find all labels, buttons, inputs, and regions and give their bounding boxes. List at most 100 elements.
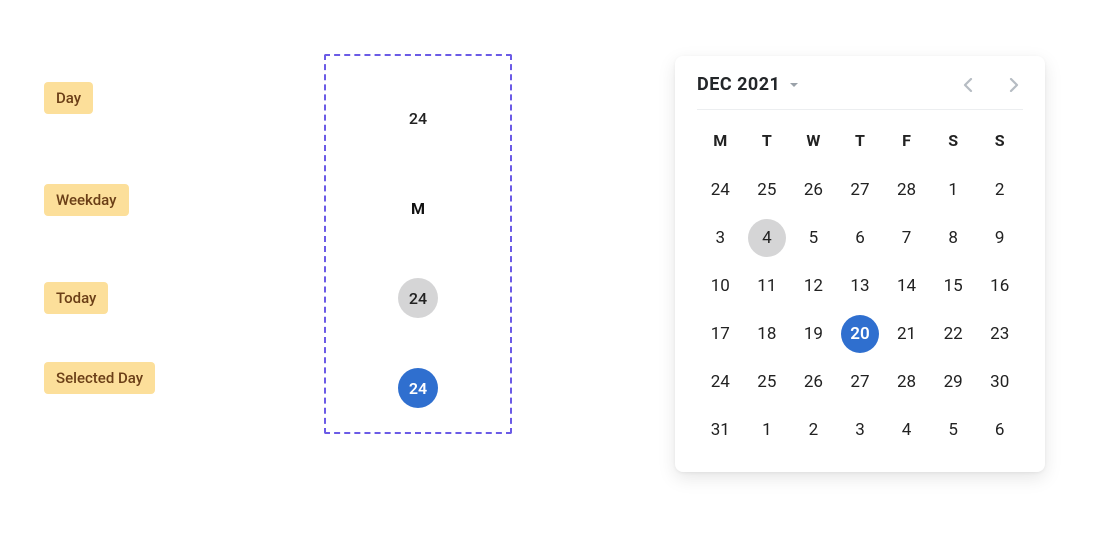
legend-chip-selected-label: Selected Day xyxy=(56,369,143,387)
calendar-cell: 8 xyxy=(930,218,977,258)
calendar-day[interactable]: 2 xyxy=(794,411,832,449)
calendar-cell: 10 xyxy=(697,266,744,306)
calendar-day[interactable]: 28 xyxy=(888,171,926,209)
calendar-day[interactable]: 29 xyxy=(934,363,972,401)
calendar-cell: 31 xyxy=(697,410,744,450)
weekday-header: T xyxy=(837,124,884,156)
calendar-cell: 27 xyxy=(837,362,884,402)
calendar-cell: 28 xyxy=(883,362,930,402)
calendar-day[interactable]: 22 xyxy=(934,315,972,353)
calendar-cell: 2 xyxy=(976,170,1023,210)
calendar-cell: 20 xyxy=(837,314,884,354)
calendar-day[interactable]: 10 xyxy=(701,267,739,305)
calendar-day[interactable]: 27 xyxy=(841,363,879,401)
calendar-grid: 2425262728123456789101112131415161718192… xyxy=(697,170,1023,450)
calendar-cell: 6 xyxy=(976,410,1023,450)
calendar-day[interactable]: 25 xyxy=(748,171,786,209)
calendar-cell: 2 xyxy=(790,410,837,450)
calendar-day[interactable]: 17 xyxy=(701,315,739,353)
month-label: DEC 2021 xyxy=(697,74,780,95)
calendar-cell: 25 xyxy=(744,170,791,210)
calendar-cell: 11 xyxy=(744,266,791,306)
legend-chip-day-label: Day xyxy=(56,89,81,107)
calendar-day[interactable]: 8 xyxy=(934,219,972,257)
calendar-day[interactable]: 3 xyxy=(701,219,739,257)
weekday-header: S xyxy=(976,124,1023,156)
legend-chip-weekday-label: Weekday xyxy=(56,191,117,209)
next-month-button[interactable] xyxy=(1003,75,1023,95)
calendar-day[interactable]: 15 xyxy=(934,267,972,305)
calendar-day[interactable]: 24 xyxy=(701,171,739,209)
calendar-day[interactable]: 24 xyxy=(701,363,739,401)
month-select-button[interactable]: DEC 2021 xyxy=(697,74,800,95)
weekday-header-row: MTWTFSS xyxy=(697,124,1023,156)
calendar-day[interactable]: 18 xyxy=(748,315,786,353)
calendar-day[interactable]: 25 xyxy=(748,363,786,401)
calendar-cell: 24 xyxy=(697,362,744,402)
calendar-day[interactable]: 23 xyxy=(981,315,1019,353)
calendar-day[interactable]: 1 xyxy=(934,171,972,209)
calendar-cell: 1 xyxy=(744,410,791,450)
calendar-day[interactable]: 4 xyxy=(748,219,786,257)
calendar-day[interactable]: 20 xyxy=(841,315,879,353)
calendar-cell: 22 xyxy=(930,314,977,354)
sample-selected-value: 24 xyxy=(409,379,427,398)
calendar-day[interactable]: 4 xyxy=(888,411,926,449)
sample-selected-cell: 24 xyxy=(398,368,438,408)
calendar-day[interactable]: 26 xyxy=(794,363,832,401)
calendar-cell: 3 xyxy=(697,218,744,258)
calendar-cell: 24 xyxy=(697,170,744,210)
calendar-day[interactable]: 14 xyxy=(888,267,926,305)
calendar-day[interactable]: 5 xyxy=(794,219,832,257)
sample-variants-box: 24 M 24 24 xyxy=(324,54,512,434)
month-nav xyxy=(959,75,1023,95)
calendar-header: DEC 2021 xyxy=(697,74,1023,110)
calendar-day[interactable]: 13 xyxy=(841,267,879,305)
calendar-day[interactable]: 12 xyxy=(794,267,832,305)
calendar-day[interactable]: 21 xyxy=(888,315,926,353)
calendar-day[interactable]: 6 xyxy=(981,411,1019,449)
weekday-header: M xyxy=(697,124,744,156)
calendar-day[interactable]: 26 xyxy=(794,171,832,209)
calendar-cell: 16 xyxy=(976,266,1023,306)
calendar-cell: 18 xyxy=(744,314,791,354)
calendar-cell: 27 xyxy=(837,170,884,210)
calendar-day[interactable]: 16 xyxy=(981,267,1019,305)
calendar-cell: 5 xyxy=(790,218,837,258)
calendar-cell: 14 xyxy=(883,266,930,306)
weekday-header: F xyxy=(883,124,930,156)
calendar-cell: 21 xyxy=(883,314,930,354)
calendar-cell: 7 xyxy=(883,218,930,258)
calendar-cell: 6 xyxy=(837,218,884,258)
weekday-header: T xyxy=(744,124,791,156)
chevron-left-icon xyxy=(963,78,975,92)
calendar-cell: 4 xyxy=(744,218,791,258)
calendar-day[interactable]: 28 xyxy=(888,363,926,401)
calendar-day[interactable]: 1 xyxy=(748,411,786,449)
weekday-header: S xyxy=(930,124,977,156)
calendar-day[interactable]: 9 xyxy=(981,219,1019,257)
calendar-day[interactable]: 5 xyxy=(934,411,972,449)
sample-day-value: 24 xyxy=(409,109,427,128)
calendar-day[interactable]: 11 xyxy=(748,267,786,305)
calendar-day[interactable]: 7 xyxy=(888,219,926,257)
calendar-day[interactable]: 27 xyxy=(841,171,879,209)
calendar-cell: 1 xyxy=(930,170,977,210)
weekday-header: W xyxy=(790,124,837,156)
stage: Day Weekday Today Selected Day 24 M 24 2… xyxy=(0,0,1120,560)
calendar-cell: 12 xyxy=(790,266,837,306)
calendar-day[interactable]: 6 xyxy=(841,219,879,257)
calendar-cell: 29 xyxy=(930,362,977,402)
calendar-day[interactable]: 30 xyxy=(981,363,1019,401)
calendar-cell: 3 xyxy=(837,410,884,450)
calendar-cell: 9 xyxy=(976,218,1023,258)
calendar-cell: 5 xyxy=(930,410,977,450)
caret-down-icon xyxy=(788,79,800,91)
calendar-day[interactable]: 19 xyxy=(794,315,832,353)
calendar-day[interactable]: 31 xyxy=(701,411,739,449)
calendar-cell: 13 xyxy=(837,266,884,306)
prev-month-button[interactable] xyxy=(959,75,979,95)
calendar-day[interactable]: 3 xyxy=(841,411,879,449)
calendar-day[interactable]: 2 xyxy=(981,171,1019,209)
calendar-cell: 17 xyxy=(697,314,744,354)
